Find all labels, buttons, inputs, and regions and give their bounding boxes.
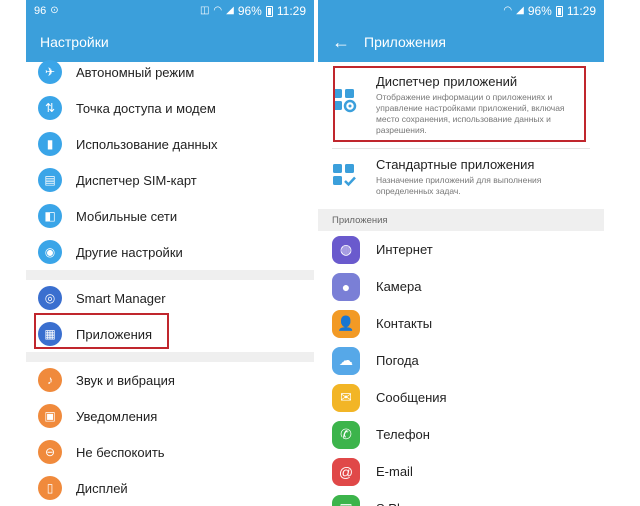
settings-screen: 96 ⊙ ◫ ◠ ◢ 96% 11:29 Настройки ✈ Автономн… <box>26 0 314 506</box>
settings-item[interactable]: ◧ Мобильные сети <box>26 198 314 234</box>
app-list-label: E-mail <box>376 464 413 479</box>
app-manager-desc: Отображение информации о приложениях и у… <box>376 92 565 135</box>
settings-item-label: Уведомления <box>76 408 158 424</box>
app-list-label: S Planner <box>376 501 433 506</box>
do-not-disturb-icon: ⊖ <box>38 440 62 464</box>
internet-icon: ◍ <box>332 235 360 264</box>
settings-item-label: Smart Manager <box>76 290 166 306</box>
app-list-item[interactable]: ✆ Телефон <box>318 416 604 453</box>
default-apps-icon <box>333 164 356 187</box>
settings-item-label: Звук и вибрация <box>76 372 175 388</box>
alarm-icon: ⊙ <box>50 5 59 16</box>
default-apps-desc: Назначение приложений для выполнения опр… <box>376 175 542 196</box>
email-icon: @ <box>332 457 360 486</box>
app-list-item[interactable]: ☁ Погода <box>318 342 604 379</box>
app-manager-title: Диспетчер приложений <box>376 74 518 89</box>
phone-icon: ✆ <box>332 420 360 449</box>
settings-item[interactable]: ♪ Звук и вибрация <box>26 362 314 398</box>
app-list-item[interactable]: ● Камера <box>318 268 604 305</box>
notifications-icon: ▣ <box>38 404 62 428</box>
settings-item[interactable]: ⊖ Не беспокоить <box>26 434 314 470</box>
settings-item-label: Другие настройки <box>76 244 183 260</box>
notification-count: 96 <box>34 5 47 17</box>
app-list-label: Контакты <box>376 316 433 331</box>
wifi-icon: ◠ <box>503 5 513 16</box>
settings-item-label: Мобильные сети <box>76 208 178 224</box>
page-title: Настройки <box>40 34 109 50</box>
data-usage-icon: ▮ <box>38 132 62 156</box>
battery-percent: 96% <box>527 4 552 18</box>
s-planner-icon: ▦ <box>332 494 360 506</box>
settings-item[interactable]: ▤ Диспетчер SIM-карт <box>26 162 314 198</box>
settings-item[interactable]: ▯ Дисплей <box>26 470 314 506</box>
section-divider <box>26 270 314 280</box>
status-bar: 96 ⊙ ◫ ◠ ◢ 96% 11:29 <box>26 0 314 22</box>
other-settings-icon: ◉ <box>38 240 62 264</box>
mute-icon: ◫ <box>199 5 210 16</box>
settings-item[interactable]: ▦ Приложения <box>26 316 314 352</box>
battery-icon <box>265 5 273 17</box>
settings-item[interactable]: ▮ Использование данных <box>26 126 314 162</box>
status-bar: ◠ ◢ 96% 11:29 <box>318 0 604 22</box>
sim-card-icon: ▤ <box>38 168 62 192</box>
clock: 11:29 <box>566 4 596 18</box>
settings-item[interactable]: ⇅ Точка доступа и модем <box>26 90 314 126</box>
section-header-apps: Приложения <box>318 209 604 231</box>
app-list-label: Камера <box>376 279 422 294</box>
settings-item[interactable]: ◉ Другие настройки <box>26 234 314 270</box>
clock: 11:29 <box>276 4 306 18</box>
signal-icon: ◢ <box>226 5 234 16</box>
sound-icon: ♪ <box>38 368 62 392</box>
apps-list: ◍ Интернет ● Камера 👤 Контакты ☁ Погода ✉ Сообщен… <box>318 231 604 506</box>
settings-item-label: Использование данных <box>76 136 218 152</box>
settings-item-label: Точка доступа и модем <box>76 100 216 116</box>
settings-item-label: Дисплей <box>76 480 128 496</box>
page-title: Приложения <box>364 34 446 50</box>
app-list-label: Интернет <box>376 242 433 257</box>
app-list-label: Погода <box>376 353 419 368</box>
app-manager-item[interactable]: Диспетчер приложений Отображение информа… <box>318 66 604 144</box>
default-apps-title: Стандартные приложения <box>376 157 535 172</box>
back-arrow-icon[interactable]: ← <box>332 33 350 51</box>
smart-manager-icon: ◎ <box>38 286 62 310</box>
battery-icon <box>555 5 563 17</box>
app-list-item[interactable]: ◍ Интернет <box>318 231 604 268</box>
wifi-icon: ◠ <box>213 5 223 16</box>
app-list-item[interactable]: ▦ S Planner <box>318 490 604 506</box>
settings-item-label: Автономный режим <box>76 64 195 80</box>
display-icon: ▯ <box>38 476 62 500</box>
apps-screen: ◠ ◢ 96% 11:29 ← Приложения Диспетчер при… <box>318 0 604 506</box>
camera-icon: ● <box>332 272 360 301</box>
settings-item[interactable]: ✈ Автономный режим <box>26 54 314 90</box>
airplane-icon: ✈ <box>38 60 62 84</box>
app-manager-icon <box>333 89 357 113</box>
app-list-item[interactable]: 👤 Контакты <box>318 305 604 342</box>
weather-icon: ☁ <box>332 346 360 375</box>
signal-icon: ◢ <box>516 5 524 16</box>
settings-list: ✈ Автономный режим ⇅ Точка доступа и модем ▮… <box>26 54 314 506</box>
apps-grid-icon: ▦ <box>38 322 62 346</box>
contacts-icon: 👤 <box>332 309 360 338</box>
app-list-label: Телефон <box>376 427 430 442</box>
app-bar: ← Приложения <box>318 22 604 62</box>
settings-item-label: Диспетчер SIM-карт <box>76 172 197 188</box>
section-divider <box>26 352 314 362</box>
battery-percent: 96% <box>237 4 262 18</box>
settings-item[interactable]: ◎ Smart Manager <box>26 280 314 316</box>
hotspot-icon: ⇅ <box>38 96 62 120</box>
default-apps-item[interactable]: Стандартные приложения Назначение прилож… <box>318 149 604 205</box>
settings-item[interactable]: ▣ Уведомления <box>26 398 314 434</box>
app-list-item[interactable]: ✉ Сообщения <box>318 379 604 416</box>
app-list-label: Сообщения <box>376 390 447 405</box>
settings-item-label: Не беспокоить <box>76 444 165 460</box>
mobile-network-icon: ◧ <box>38 204 62 228</box>
messages-icon: ✉ <box>332 383 360 412</box>
settings-item-label: Приложения <box>76 326 153 342</box>
app-list-item[interactable]: @ E-mail <box>318 453 604 490</box>
